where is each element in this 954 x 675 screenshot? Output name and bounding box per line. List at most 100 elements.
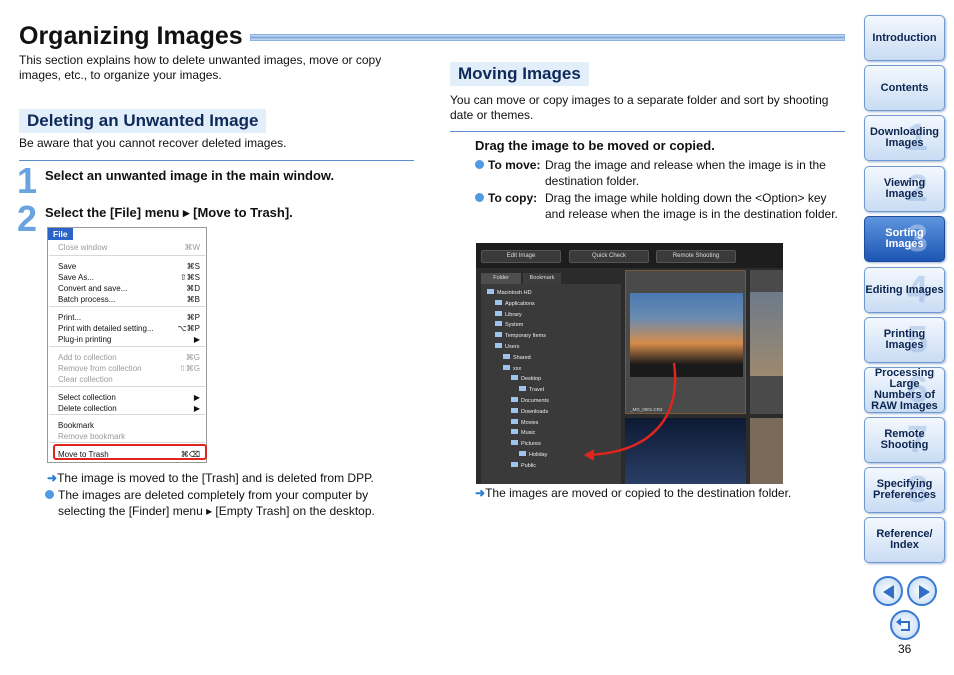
step-number-1: 1: [17, 160, 38, 201]
menu-item: Select collection ▶: [58, 392, 200, 403]
move-intro: You can move or copy images to a separat…: [450, 93, 829, 122]
menu-item-label: Save As...: [58, 273, 95, 282]
nav-button-label: Remote Shooting: [880, 428, 929, 451]
to-copy-label: To copy:: [488, 191, 538, 205]
menu-separator: [49, 306, 205, 307]
menu-item-label: Save: [58, 262, 77, 271]
menu-item: Save ⌘S: [58, 261, 200, 272]
menu-item-shortcut: ⌘P: [186, 313, 200, 322]
menu-item-shortcut: ▶: [193, 393, 200, 402]
return-icon: [896, 618, 910, 631]
next-page-button[interactable]: [907, 576, 937, 606]
nav-button-label: Processing Large Numbers of RAW Images: [871, 367, 938, 412]
menu-item: Save As... ⇧⌘S: [58, 272, 200, 283]
menu-item-shortcut: ⌥⌘P: [177, 324, 200, 333]
menu-item: Clear collection: [58, 374, 200, 385]
menu-item: Remove bookmark: [58, 431, 200, 442]
nav-button-label: Viewing Images: [883, 177, 926, 200]
nav-button[interactable]: 3 Sorting Images: [864, 216, 945, 262]
menu-item: Print with detailed setting... ⌥⌘P: [58, 323, 200, 334]
menu-item: Plug-in printing ▶: [58, 334, 200, 345]
menu-item-label: Plug-in printing: [58, 335, 112, 344]
menu-separator: [49, 386, 205, 387]
nav-button[interactable]: Introduction: [864, 15, 945, 61]
nav-button[interactable]: Reference/ Index: [864, 517, 945, 563]
nav-button-label: Introduction: [872, 31, 937, 44]
menu-item-label: Delete collection: [58, 404, 117, 413]
step-number-2: 2: [17, 198, 38, 239]
menu-item-label: Clear collection: [58, 375, 113, 384]
menu-item-label: Convert and save...: [58, 284, 128, 293]
menu-item-label: Add to collection: [58, 353, 117, 362]
to-move-text: Drag the image and release when the imag…: [545, 158, 826, 188]
menu-separator: [49, 346, 205, 347]
nav-button-label: Printing Images: [883, 328, 926, 351]
nav-button-label: Downloading Images: [869, 126, 940, 149]
menu-item-label: Remove bookmark: [58, 432, 126, 441]
dpp-screenshot: Edit Image Quick Check Remote Shooting F…: [476, 243, 783, 484]
menu-item-label: Bookmark: [58, 421, 95, 430]
divider: [450, 131, 845, 132]
menu-item: Convert and save... ⌘D: [58, 283, 200, 294]
to-move-label: To move:: [488, 158, 541, 172]
menu-item-shortcut: ⌘G: [185, 353, 200, 362]
drag-arrow: [584, 362, 677, 461]
menu-item-shortcut: ⌘D: [186, 284, 200, 293]
menu-item-label: Batch process...: [58, 295, 116, 304]
nav-button[interactable]: Contents: [864, 65, 945, 111]
arrow-left-icon: [883, 585, 894, 599]
menu-item: Remove from collection ⇧⌘G: [58, 363, 200, 374]
delete-note: Be aware that you cannot recover deleted…: [19, 136, 287, 150]
move-to-trash-highlight: [53, 444, 207, 460]
section-heading-move: Moving Images: [450, 62, 589, 86]
section-heading-delete: Deleting an Unwanted Image: [19, 109, 267, 133]
divider: [19, 160, 414, 161]
menu-item-label: Close window: [58, 243, 108, 252]
nav-button[interactable]: 4 Editing Images: [864, 267, 945, 313]
page-number: 36: [898, 642, 912, 656]
move-result-text: The images are moved or copied to the de…: [485, 486, 792, 500]
menu-item: Close window ⌘W: [58, 242, 200, 253]
menu-separator: [49, 442, 205, 443]
nav-button-label: Specifying Preferences: [873, 478, 936, 501]
menu-item-shortcut: ⌘B: [186, 295, 200, 304]
back-button[interactable]: [890, 610, 920, 640]
menu-item-shortcut: ▶: [193, 404, 200, 413]
menu-separator: [49, 255, 205, 256]
delete-result-1-text: The image is moved to the [Trash] and is…: [57, 471, 374, 485]
menu-item: Print... ⌘P: [58, 312, 200, 323]
page-title: Organizing Images: [19, 22, 243, 50]
title-rule: [250, 34, 845, 41]
menu-item-shortcut: ⇧⌘G: [179, 364, 200, 373]
nav-button-label: Reference/ Index: [876, 528, 933, 551]
delete-result-2: The images are deleted completely from y…: [45, 487, 400, 519]
arrow-right-icon: [919, 585, 930, 599]
nav-button-label: Editing Images: [865, 283, 944, 296]
menu-item-label: Print with detailed setting...: [58, 324, 154, 333]
file-menu-screenshot: File Close window ⌘W Save ⌘S Save As... ⇧⌘S Co…: [47, 227, 207, 463]
menu-item: Add to collection ⌘G: [58, 352, 200, 363]
nav-button-label: Sorting Images: [885, 227, 924, 250]
menu-item-shortcut: ⇧⌘S: [179, 273, 200, 282]
nav-button-label: Contents: [880, 81, 929, 94]
step-2-text: Select the [File] menu ▸ [Move to Trash]…: [45, 205, 293, 220]
delete-result-2-text: The images are deleted completely from y…: [58, 488, 375, 518]
nav-button[interactable]: 2 Viewing Images: [864, 166, 945, 212]
nav-button[interactable]: 7 Remote Shooting: [864, 417, 945, 463]
menu-item-shortcut: ▶: [193, 335, 200, 344]
menu-item-shortcut: ⌘S: [186, 262, 200, 271]
previous-page-button[interactable]: [873, 576, 903, 606]
menu-item-label: Select collection: [58, 393, 116, 402]
menu-item: Bookmark: [58, 420, 200, 431]
menu-separator: [49, 414, 205, 415]
nav-button[interactable]: 8 Specifying Preferences: [864, 467, 945, 513]
intro-text: This section explains how to delete unwa…: [19, 53, 382, 82]
menu-item: Batch process... ⌘B: [58, 294, 200, 305]
nav-button[interactable]: 6 Processing Large Numbers of RAW Images: [864, 367, 945, 413]
nav-button[interactable]: 5 Printing Images: [864, 317, 945, 363]
menu-item-shortcut: ⌘W: [184, 243, 200, 252]
drag-heading: Drag the image to be moved or copied.: [475, 138, 715, 153]
menu-item-label: Remove from collection: [58, 364, 142, 373]
move-result: ➜The images are moved or copied to the d…: [475, 486, 792, 500]
nav-button[interactable]: 1 Downloading Images: [864, 115, 945, 161]
